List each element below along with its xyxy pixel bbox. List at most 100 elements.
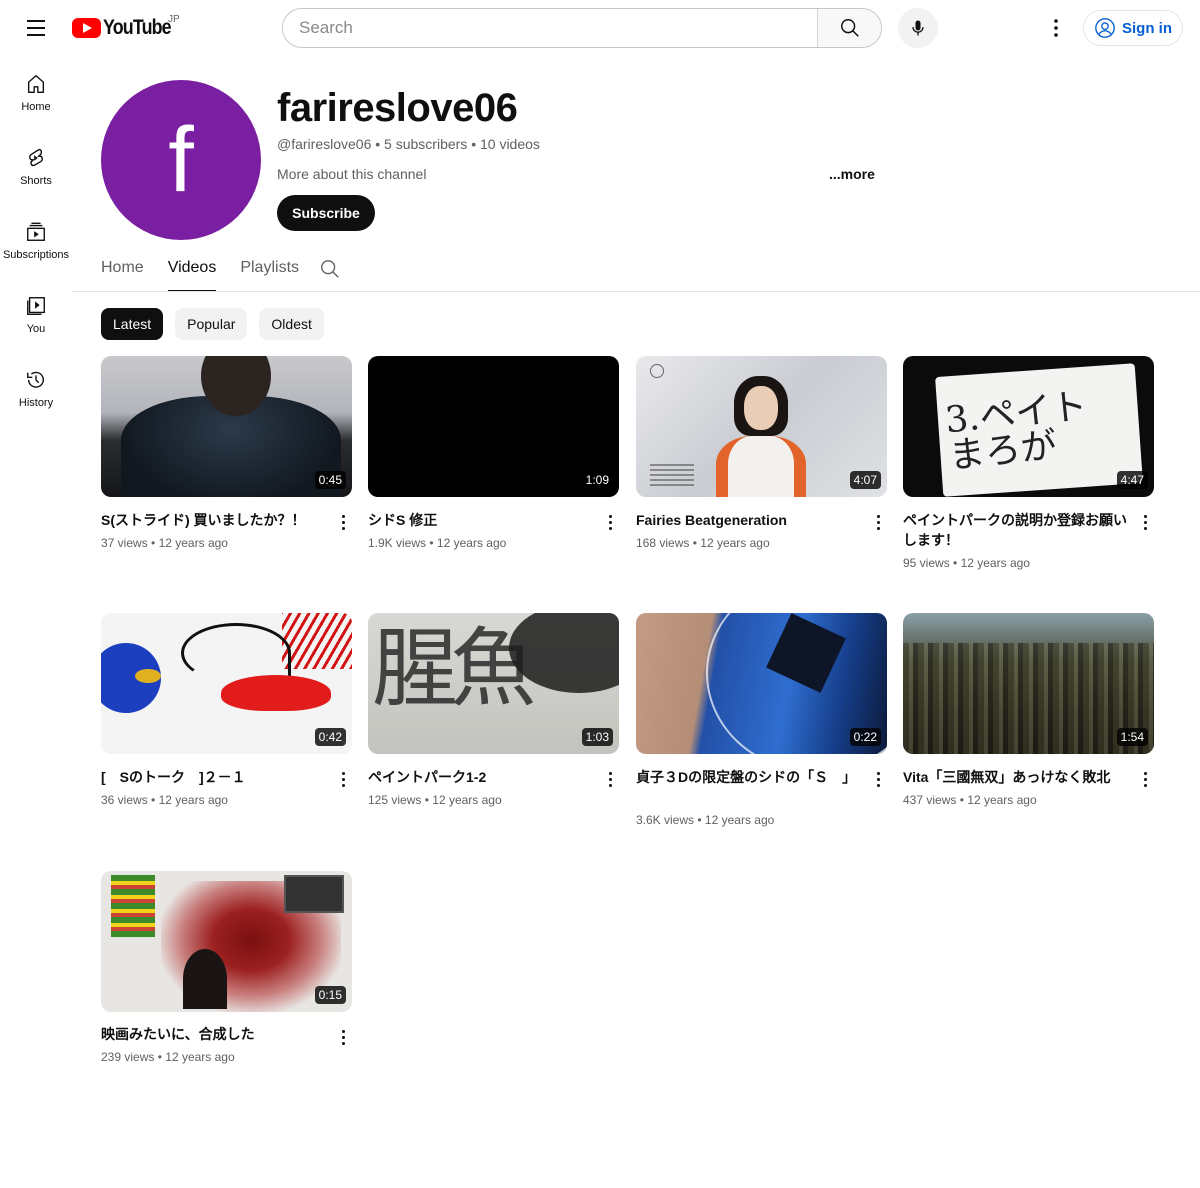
subscribe-button[interactable]: Subscribe	[277, 195, 375, 231]
voice-search-button[interactable]	[898, 8, 938, 48]
video-meta: 37 views • 12 years ago	[101, 536, 228, 550]
video-age: 12 years ago	[700, 536, 770, 550]
video-menu-icon[interactable]	[337, 769, 349, 789]
video-card[interactable]: 1:54 Vita「三國無双」あっけなく敗北 437 views • 12 ye…	[903, 613, 1154, 807]
search-icon	[321, 260, 339, 278]
sort-chips: Latest Popular Oldest	[101, 308, 324, 340]
meta-separator: •	[953, 556, 958, 570]
channel-more-link[interactable]: ...more	[829, 166, 875, 182]
video-card[interactable]: 0:42 [ Sのトーク ]２－１ 36 views • 12 years ag…	[101, 613, 352, 807]
video-age: 12 years ago	[158, 793, 228, 807]
video-card[interactable]: 腥魚 1:03 ペイントパーク1-2 125 views • 12 years a…	[368, 613, 619, 807]
rail-label: You	[26, 323, 46, 335]
top-bar: YouTube JP Sign in	[0, 0, 1200, 56]
channel-name: farireslove06	[277, 86, 518, 130]
video-title[interactable]: 貞子３Dの限定盤のシドの「Ｓ 」	[636, 767, 860, 787]
sign-in-button[interactable]: Sign in	[1083, 10, 1183, 46]
video-thumbnail[interactable]: 腥魚 1:03	[368, 613, 619, 754]
search-button[interactable]	[817, 9, 881, 47]
rail-label: History	[18, 397, 54, 409]
video-menu-icon[interactable]	[1139, 769, 1151, 789]
search-icon	[840, 19, 859, 37]
chip-oldest[interactable]: Oldest	[259, 308, 324, 340]
tabs-divider	[72, 291, 1200, 292]
search-box	[282, 8, 882, 48]
video-menu-icon[interactable]	[337, 512, 349, 532]
video-card[interactable]: 0:45 S(ストライド) 買いましたか？！ 37 views • 12 yea…	[101, 356, 352, 550]
menu-icon[interactable]	[20, 12, 52, 44]
search-input[interactable]	[283, 9, 817, 47]
rail-item-history[interactable]: History	[0, 352, 72, 426]
video-title[interactable]: 映画みたいに、合成した	[101, 1024, 325, 1044]
shorts-icon	[29, 148, 43, 167]
video-title[interactable]: ペイントパークの説明か登録お願いします！	[903, 510, 1127, 550]
video-card[interactable]: 0:22 貞子３Dの限定盤のシドの「Ｓ 」 3.6K views • 12 ye…	[636, 613, 887, 827]
video-duration: 1:03	[581, 728, 613, 746]
youtube-logo[interactable]: YouTube	[72, 16, 183, 40]
meta-separator: •	[157, 1050, 162, 1064]
video-menu-icon[interactable]	[1139, 512, 1151, 532]
video-views: 95 views	[903, 556, 950, 570]
video-title[interactable]: ペイントパーク1-2	[368, 767, 592, 787]
video-thumbnail[interactable]: 0:42	[101, 613, 352, 754]
tab-playlists[interactable]: Playlists	[240, 252, 299, 292]
video-card[interactable]: 1:09 シドS 修正 1.9K views • 12 years ago	[368, 356, 619, 550]
chip-latest[interactable]: Latest	[101, 308, 164, 340]
video-duration: 0:22	[849, 728, 881, 746]
video-meta: 437 views • 12 years ago	[903, 793, 1037, 807]
video-thumbnail[interactable]: 1:09	[368, 356, 619, 497]
chip-popular[interactable]: Popular	[175, 308, 248, 340]
avatar-letter: f	[168, 108, 194, 211]
video-thumbnail[interactable]: 3.ペイト まろが 4:47	[903, 356, 1154, 497]
video-menu-icon[interactable]	[337, 1027, 349, 1047]
video-title[interactable]: Fairies Beatgeneration	[636, 510, 860, 530]
video-title[interactable]: [ Sのトーク ]２－１	[101, 767, 325, 787]
channel-about-link[interactable]: More about this channel	[277, 166, 426, 182]
video-views: 125 views	[368, 793, 422, 807]
channel-search-button[interactable]	[319, 252, 341, 285]
home-icon	[27, 75, 45, 93]
video-meta: 3.6K views • 12 years ago	[636, 813, 774, 827]
rail-item-home[interactable]: Home	[0, 56, 72, 130]
rail-item-you[interactable]: You	[0, 278, 72, 352]
video-views: 239 views	[101, 1050, 155, 1064]
video-menu-icon[interactable]	[872, 769, 884, 789]
microphone-icon	[912, 20, 924, 36]
channel-avatar: f	[101, 80, 261, 240]
video-card[interactable]: 0:15 映画みたいに、合成した 239 views • 12 years ag…	[101, 871, 352, 1064]
channel-tabs: Home Videos Playlists	[101, 252, 341, 292]
video-menu-icon[interactable]	[604, 769, 616, 789]
video-age: 12 years ago	[432, 793, 502, 807]
video-thumbnail[interactable]: 4:07	[636, 356, 887, 497]
video-menu-icon[interactable]	[604, 512, 616, 532]
video-duration: 1:09	[581, 471, 613, 489]
video-views: 37 views	[101, 536, 148, 550]
meta-separator: •	[429, 536, 434, 550]
settings-more-icon[interactable]	[1040, 12, 1072, 44]
video-title[interactable]: シドS 修正	[368, 510, 592, 530]
tab-videos[interactable]: Videos	[167, 252, 216, 292]
meta-separator: •	[151, 793, 156, 807]
video-age: 12 years ago	[436, 536, 507, 550]
tab-home[interactable]: Home	[101, 252, 144, 292]
subscriptions-icon	[27, 222, 45, 241]
rail-label: Shorts	[20, 175, 52, 187]
video-age: 12 years ago	[158, 536, 228, 550]
rail-item-subscriptions[interactable]: Subscriptions	[0, 204, 72, 278]
video-title[interactable]: S(ストライド) 買いましたか？！	[101, 510, 325, 530]
video-thumbnail[interactable]: 0:15	[101, 871, 352, 1012]
left-rail: Home Shorts Subscriptions You History	[0, 56, 72, 426]
video-thumbnail[interactable]: 1:54	[903, 613, 1154, 754]
video-meta: 125 views • 12 years ago	[368, 793, 502, 807]
rail-item-shorts[interactable]: Shorts	[0, 130, 72, 204]
video-title[interactable]: Vita「三國無双」あっけなく敗北	[903, 767, 1127, 787]
video-views: 36 views	[101, 793, 148, 807]
video-card[interactable]: 4:07 Fairies Beatgeneration 168 views • …	[636, 356, 887, 550]
video-meta: 168 views • 12 years ago	[636, 536, 770, 550]
video-thumbnail[interactable]: 0:22	[636, 613, 887, 754]
video-menu-icon[interactable]	[872, 512, 884, 532]
video-card[interactable]: 3.ペイト まろが 4:47 ペイントパークの説明か登録お願いします！ 95 vie…	[903, 356, 1154, 570]
video-thumbnail[interactable]: 0:45	[101, 356, 352, 497]
you-icon	[27, 297, 45, 315]
meta-separator: •	[151, 536, 156, 550]
